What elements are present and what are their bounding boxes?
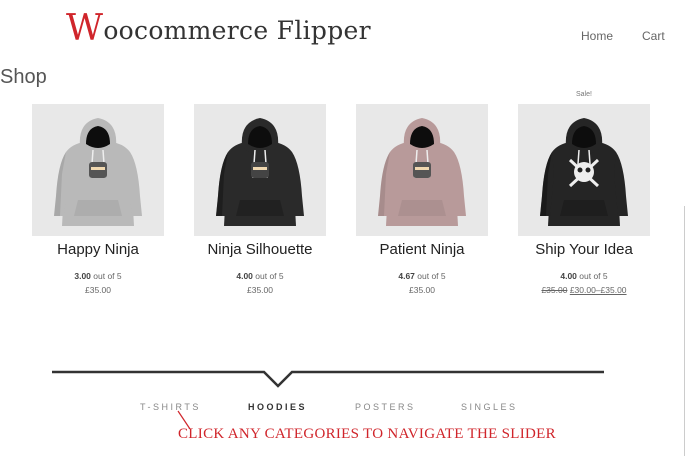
- logo-initial: W: [66, 8, 104, 49]
- product-image[interactable]: [356, 104, 488, 236]
- graphic-ninja-eyes: [253, 167, 267, 170]
- rating-suffix: out of 5: [93, 271, 122, 281]
- tab-singles[interactable]: SINGLES: [461, 402, 518, 412]
- nav-cart-link[interactable]: Cart: [642, 29, 665, 43]
- tab-hoodies[interactable]: HOODIES: [248, 402, 307, 412]
- rating-value: 4.00: [560, 271, 577, 281]
- graphic-eye: [577, 167, 583, 173]
- graphic-ninja-eyes: [415, 167, 429, 170]
- hoodie-pocket: [236, 200, 284, 216]
- product-rating: 4.00 out of 5: [517, 271, 651, 281]
- rating-suffix: out of 5: [579, 271, 608, 281]
- graphic-ninja-eyes: [91, 167, 105, 170]
- product-price: £35.00: [85, 285, 111, 295]
- edge-line: [684, 206, 685, 456]
- product-name[interactable]: Happy Ninja: [31, 241, 165, 258]
- product-name[interactable]: Patient Ninja: [355, 241, 489, 258]
- product-name[interactable]: Ship Your Idea: [517, 241, 651, 258]
- tab-posters[interactable]: POSTERS: [355, 402, 416, 412]
- product-rating: 4.00 out of 5: [193, 271, 327, 281]
- annotation-text: CLICK ANY CATEGORIES TO NAVIGATE THE SLI…: [178, 426, 556, 442]
- sale-badge: Sale!: [576, 91, 592, 98]
- product-card[interactable]: Patient Ninja 4.67 out of 5 £35.00: [355, 104, 489, 295]
- product-price: £35.00: [409, 285, 435, 295]
- rating-value: 3.00: [74, 271, 91, 281]
- logo-text: oocommerce Flipper: [103, 16, 371, 45]
- hoodie-pocket: [398, 200, 446, 216]
- page-title: Shop: [0, 66, 47, 88]
- hoodie-pocket: [74, 200, 122, 216]
- hoodie-image: [540, 118, 628, 226]
- hoodie-pocket: [560, 200, 608, 216]
- nav-home-link[interactable]: Home: [581, 29, 613, 43]
- hoodie-image: [216, 118, 304, 226]
- graphic-skull: [574, 162, 594, 182]
- product-name[interactable]: Ninja Silhouette: [193, 241, 327, 258]
- product-price: £35.00: [247, 285, 273, 295]
- product-card[interactable]: Ship Your Idea 4.00 out of 5 £35.00 £30.…: [517, 104, 651, 295]
- product-image[interactable]: [32, 104, 164, 236]
- hoodie-image: [54, 118, 142, 226]
- product-card[interactable]: Happy Ninja 3.00 out of 5 £35.00: [31, 104, 165, 295]
- site-logo[interactable]: Woocommerce Flipper: [66, 8, 371, 49]
- rating-suffix: out of 5: [255, 271, 284, 281]
- product-image[interactable]: [194, 104, 326, 236]
- product-rating: 4.67 out of 5: [355, 271, 489, 281]
- hoodie-image: [378, 118, 466, 226]
- product-image[interactable]: [518, 104, 650, 236]
- price-new: £30.00–£35.00: [569, 285, 627, 295]
- rating-suffix: out of 5: [417, 271, 446, 281]
- price-old: £35.00: [541, 285, 568, 295]
- product-card[interactable]: Ninja Silhouette 4.00 out of 5 £35.00: [193, 104, 327, 295]
- product-rating: 3.00 out of 5: [31, 271, 165, 281]
- slider-divider: [52, 370, 604, 388]
- graphic-eye: [585, 167, 591, 173]
- product-price: £35.00 £30.00–£35.00: [517, 285, 651, 295]
- rating-value: 4.67: [398, 271, 415, 281]
- rating-value: 4.00: [236, 271, 253, 281]
